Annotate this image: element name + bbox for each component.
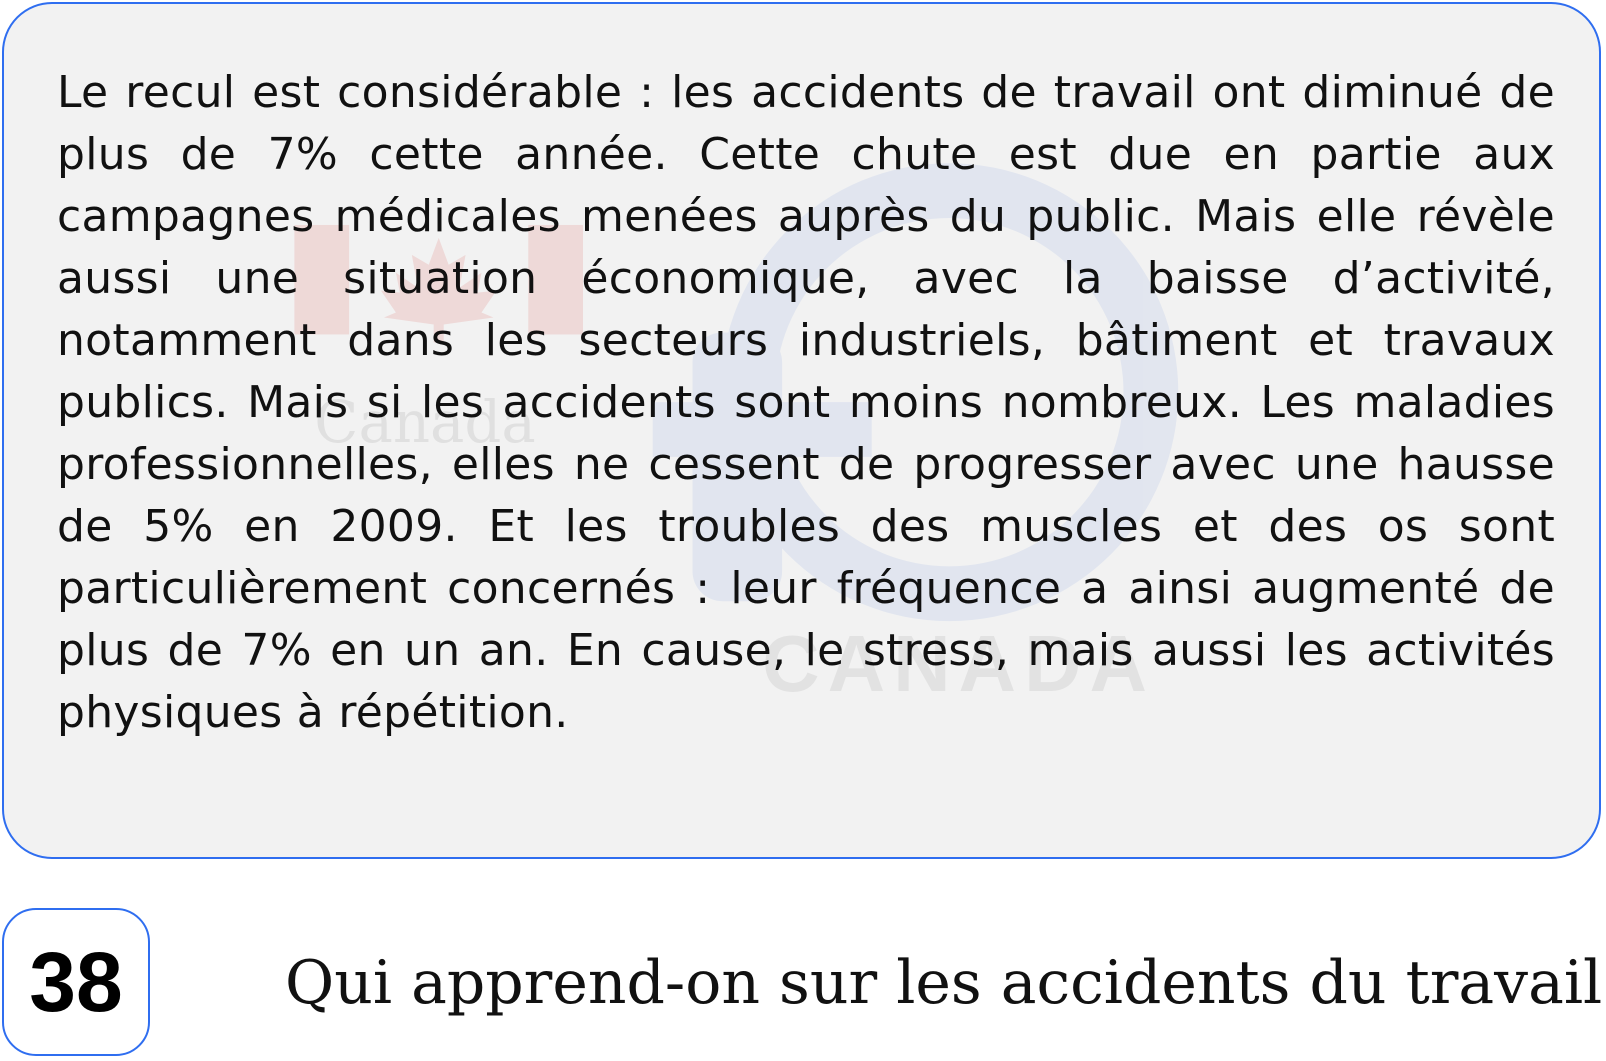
passage-card: Canada CANADA Le recul est considérable … (2, 2, 1601, 859)
question-text: Qui apprend-on sur les accidents du trav… (285, 948, 1606, 1018)
question-number-badge: 38 (2, 908, 150, 1056)
question-number: 38 (29, 935, 123, 1029)
passage-text: Le recul est considérable : les accident… (57, 67, 1555, 738)
